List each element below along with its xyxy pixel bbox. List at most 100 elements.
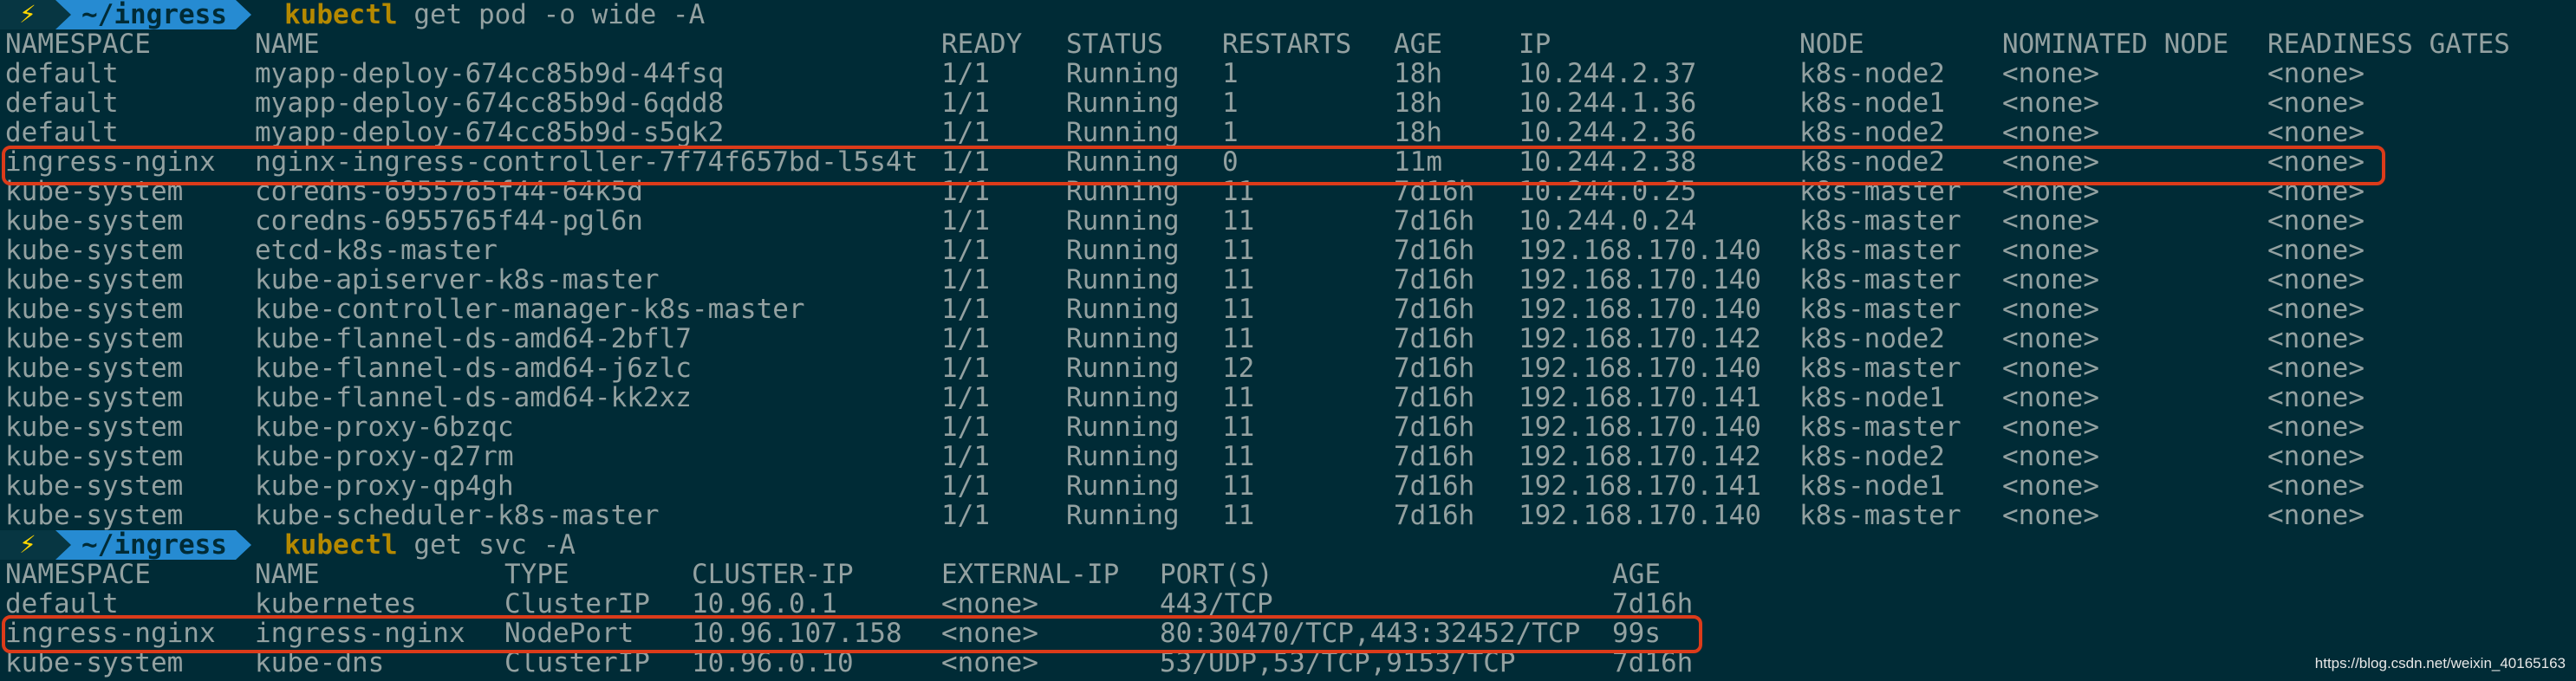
col-age: 7d16h [1394,264,1475,295]
col-namespace: kube-system [5,323,184,354]
table-row: kube-system kube-controller-manager-k8s-m… [0,295,2576,324]
col-restarts: 11 [1222,235,1255,266]
col-ready: 1/1 [941,264,990,295]
col-external-ip: <none> [941,588,1038,619]
col-readiness-gates: <none> [2267,441,2365,472]
col-name: kube-proxy-q27rm [255,441,514,472]
col-node: k8s-master [1799,205,1961,237]
col-age: 7d16h [1394,353,1475,384]
col-ready: 1/1 [941,117,990,148]
table-row: kube-system etcd-k8s-master 1/1 Running 11 7d… [0,236,2576,265]
command-binary: kubectl [284,0,398,30]
col-name: myapp-deploy-674cc85b9d-44fsq [255,58,725,89]
highlight-box-ingress-svc [2,615,1702,653]
col-restarts: 11 [1222,470,1255,502]
col-name: kube-flannel-ds-amd64-2bfl7 [255,323,692,354]
col-ports: 443/TCP [1160,588,1273,619]
col-readiness-gates: <none> [2267,264,2365,295]
col-namespace: NAMESPACE [5,559,151,590]
prompt-line: ⚡ ~/ingress kubectl get pod -o wide -A [0,0,1213,29]
col-restarts: 12 [1222,353,1255,384]
command-args: get svc -A [397,529,576,561]
table-row: kube-system kube-flannel-ds-amd64-kk2xz 1/… [0,383,2576,412]
col-name: myapp-deploy-674cc85b9d-s5gk2 [255,117,725,148]
col-ip: 192.168.170.142 [1519,441,1761,472]
col-readiness-gates: <none> [2267,470,2365,502]
col-namespace: NAMESPACE [5,29,151,60]
col-namespace: kube-system [5,353,184,384]
col-namespace: kube-system [5,412,184,443]
col-status: Running [1066,353,1180,384]
col-ready: 1/1 [941,205,990,237]
col-node: k8s-master [1799,264,1961,295]
col-readiness-gates: <none> [2267,58,2365,89]
col-ready: 1/1 [941,353,990,384]
col-namespace: default [5,88,119,119]
col-ready: READY [941,29,1023,60]
command-text: kubectl get svc -A [284,530,576,560]
col-namespace: default [5,58,119,89]
col-readiness-gates: <none> [2267,117,2365,148]
col-nominated-node: <none> [2002,470,2099,502]
col-restarts: 11 [1222,294,1255,325]
table-row: kube-system kube-proxy-q27rm 1/1 Running 11 7… [0,442,2576,471]
col-status: Running [1066,264,1180,295]
col-readiness-gates: <none> [2267,205,2365,237]
col-namespace: kube-system [5,382,184,413]
col-ip: 10.244.0.24 [1519,205,1697,237]
col-ready: 1/1 [941,382,990,413]
col-nominated-node: <none> [2002,235,2099,266]
command-binary: kubectl [284,529,398,561]
col-age: 7d16h [1394,205,1475,237]
col-age: 18h [1394,117,1442,148]
col-name: kube-proxy-6bzqc [255,412,514,443]
command-args: get pod -o wide -A [397,0,706,30]
table-row: default myapp-deploy-674cc85b9d-44fsq 1/1 R… [0,59,2576,88]
col-status: Running [1066,205,1180,237]
col-readiness-gates: READINESS GATES [2267,29,2510,60]
terminal-window[interactable]: ⚡ ~/ingress kubectl get pod -o wide -A N… [0,0,2576,681]
col-age: 7d16h [1394,294,1475,325]
col-readiness-gates: <none> [2267,353,2365,384]
bolt-icon: ⚡ [0,530,55,560]
col-age: 7d16h [1394,323,1475,354]
col-nominated-node: <none> [2002,412,2099,443]
col-ready: 1/1 [941,294,990,325]
col-nominated-node: <none> [2002,58,2099,89]
table-row: kube-system kube-scheduler-k8s-master 1/1 R… [0,501,2576,530]
col-restarts: 11 [1222,500,1255,531]
col-name: kube-proxy-qp4gh [255,470,514,502]
col-ip: 192.168.170.140 [1519,412,1761,443]
col-status: Running [1066,382,1180,413]
col-status: Running [1066,294,1180,325]
col-age: AGE [1394,29,1442,60]
col-ip: 192.168.170.140 [1519,264,1761,295]
table-row: kube-system kube-flannel-ds-amd64-j6zlc 1/… [0,353,2576,383]
col-restarts: 11 [1222,264,1255,295]
col-status: Running [1066,117,1180,148]
bolt-icon: ⚡ [0,0,55,29]
col-namespace: default [5,588,119,619]
col-nominated-node: <none> [2002,353,2099,384]
col-name: kubernetes [255,588,417,619]
col-restarts: 11 [1222,205,1255,237]
col-node: k8s-node1 [1799,88,1945,119]
col-status: Running [1066,500,1180,531]
col-cluster-ip: 10.96.0.1 [692,588,837,619]
table-row: kube-system kube-flannel-ds-amd64-2bfl7 1/… [0,324,2576,353]
col-status: Running [1066,235,1180,266]
col-ready: 1/1 [941,441,990,472]
col-age: 7d16h [1394,382,1475,413]
col-readiness-gates: <none> [2267,88,2365,119]
col-status: Running [1066,470,1180,502]
col-status: Running [1066,323,1180,354]
table-row: default myapp-deploy-674cc85b9d-s5gk2 1/1 R… [0,118,2576,147]
col-ready: 1/1 [941,323,990,354]
col-age: 7d16h [1394,500,1475,531]
col-nominated-node: <none> [2002,294,2099,325]
col-ready: 1/1 [941,470,990,502]
col-ip: IP [1519,29,1551,60]
col-restarts: 11 [1222,323,1255,354]
col-namespace: kube-system [5,441,184,472]
col-namespace: kube-system [5,500,184,531]
